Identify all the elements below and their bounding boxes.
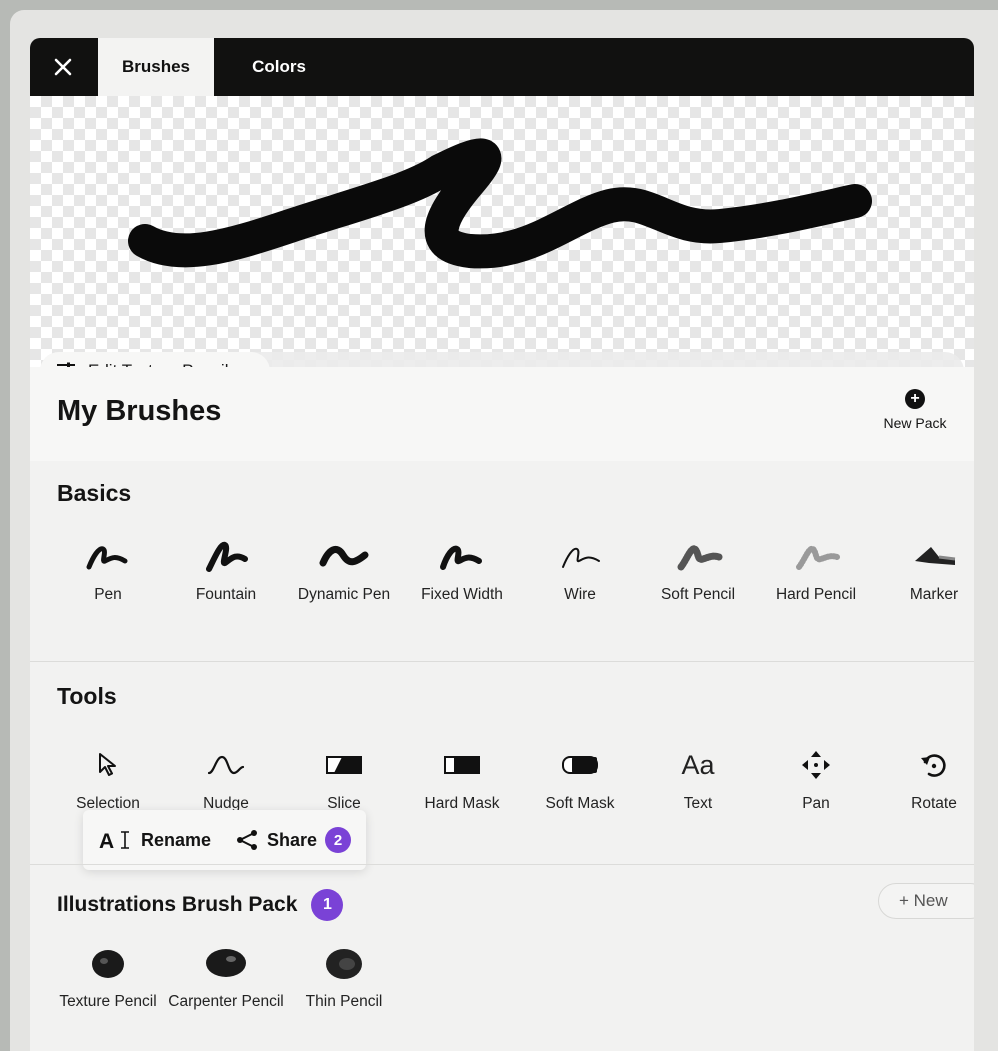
share-button[interactable]: Share 2 bbox=[235, 827, 352, 853]
pack-title: Illustrations Brush Pack bbox=[57, 893, 298, 916]
dynamic-pen-stroke-icon bbox=[319, 546, 369, 567]
share-label: Share bbox=[267, 829, 318, 850]
brush-label: Thin Pencil bbox=[305, 993, 383, 1010]
brush-thin-pencil[interactable]: Thin Pencil bbox=[285, 941, 403, 1011]
tool-label: Rotate bbox=[911, 795, 957, 812]
tab-colors[interactable]: Colors bbox=[214, 38, 344, 96]
brush-label: Fixed Width bbox=[421, 586, 503, 603]
tool-pan[interactable]: Pan bbox=[757, 743, 875, 813]
tool-nudge[interactable]: Nudge bbox=[167, 743, 285, 813]
pack-step-badge: 1 bbox=[311, 889, 344, 921]
rename-button[interactable]: A Rename bbox=[99, 829, 212, 852]
share-step-badge: 2 bbox=[325, 827, 352, 853]
divider bbox=[30, 661, 974, 662]
pen-stroke-icon bbox=[86, 546, 128, 570]
brush-label: Texture Pencil bbox=[59, 993, 157, 1010]
tool-label: Pan bbox=[802, 795, 830, 812]
tool-label: Hard Mask bbox=[424, 795, 500, 812]
brush-label: Fountain bbox=[195, 586, 257, 603]
thin-pencil-blob-icon bbox=[326, 949, 362, 979]
soft-pencil-stroke-icon bbox=[677, 545, 723, 571]
top-bar: Brushes Colors bbox=[30, 38, 974, 96]
brush-label: Hard Pencil bbox=[775, 586, 857, 603]
carpenter-pencil-blob-icon bbox=[206, 949, 246, 977]
brush-carpenter-pencil[interactable]: Carpenter Pencil bbox=[167, 941, 285, 1011]
rename-label: Rename bbox=[141, 829, 212, 850]
tool-label: Text bbox=[683, 795, 713, 812]
tool-rotate[interactable]: Rotate bbox=[875, 743, 974, 813]
brush-hard-pencil[interactable]: Hard Pencil bbox=[757, 534, 875, 604]
rotate-icon bbox=[921, 754, 946, 777]
brush-fountain[interactable]: Fountain bbox=[167, 534, 285, 604]
pack-context-menu: A Rename Share 2 bbox=[83, 810, 366, 870]
pack-section-header: Illustrations Brush Pack 1 bbox=[57, 889, 344, 921]
brush-dynamic-pen[interactable]: Dynamic Pen bbox=[285, 534, 403, 604]
tool-soft-mask[interactable]: Soft Mask bbox=[521, 743, 639, 813]
basics-section-title: Basics bbox=[57, 480, 132, 506]
brush-soft-pencil[interactable]: Soft Pencil bbox=[639, 534, 757, 604]
close-button[interactable] bbox=[30, 38, 96, 96]
rename-text-cursor-icon: A bbox=[99, 830, 129, 851]
tool-hard-mask[interactable]: Hard Mask bbox=[403, 743, 521, 813]
brushes-panel: Brushes Colors Edit Texture Pencil My Br… bbox=[30, 38, 974, 1051]
plus-icon: + bbox=[905, 389, 925, 409]
divider bbox=[30, 864, 974, 865]
brush-label: Wire bbox=[564, 586, 596, 603]
brush-fixed-width[interactable]: Fixed Width bbox=[403, 534, 521, 604]
tool-slice[interactable]: Slice bbox=[285, 743, 403, 813]
new-brush-button[interactable]: + New bbox=[878, 883, 974, 919]
tool-selection[interactable]: Selection bbox=[49, 743, 167, 813]
brush-pen[interactable]: Pen bbox=[49, 534, 167, 604]
hard-pencil-stroke-icon bbox=[796, 545, 840, 570]
brush-label: Soft Pencil bbox=[660, 586, 736, 603]
new-pack-label: New Pack bbox=[883, 415, 947, 431]
new-pack-button[interactable]: + New Pack bbox=[870, 389, 960, 441]
brush-wire[interactable]: Wire bbox=[521, 534, 639, 604]
my-brushes-header: My Brushes + New Pack bbox=[30, 367, 974, 461]
fixed-width-stroke-icon bbox=[440, 545, 482, 570]
pan-arrows-icon bbox=[802, 751, 830, 779]
brush-label: Dynamic Pen bbox=[297, 586, 391, 603]
texture-pencil-blob-icon bbox=[92, 950, 124, 978]
fountain-stroke-icon bbox=[206, 541, 248, 572]
soft-mask-icon bbox=[562, 756, 598, 774]
page-title: My Brushes bbox=[57, 395, 222, 427]
hard-mask-icon bbox=[444, 756, 480, 774]
brush-marker[interactable]: Marker bbox=[875, 534, 974, 604]
brush-label: Pen bbox=[94, 586, 122, 603]
wire-stroke-icon bbox=[562, 547, 600, 568]
svg-text:A: A bbox=[99, 830, 114, 851]
close-icon bbox=[54, 58, 72, 76]
text-icon: Aa bbox=[681, 749, 715, 780]
preview-stroke bbox=[128, 138, 872, 269]
slice-icon bbox=[326, 756, 362, 774]
share-icon bbox=[237, 830, 258, 850]
brush-label: Marker bbox=[909, 586, 959, 603]
marker-stroke-icon bbox=[915, 547, 956, 565]
cursor-icon bbox=[99, 753, 116, 776]
tab-brushes[interactable]: Brushes bbox=[98, 38, 214, 96]
brush-label: Carpenter Pencil bbox=[168, 993, 284, 1010]
brush-preview-canvas: Edit Texture Pencil bbox=[30, 96, 974, 390]
tool-label: Soft Mask bbox=[545, 795, 615, 812]
brush-texture-pencil[interactable]: Texture Pencil bbox=[49, 941, 167, 1011]
tool-text[interactable]: Aa Text bbox=[639, 743, 757, 813]
tools-section-title: Tools bbox=[57, 683, 117, 709]
nudge-icon bbox=[207, 755, 245, 775]
